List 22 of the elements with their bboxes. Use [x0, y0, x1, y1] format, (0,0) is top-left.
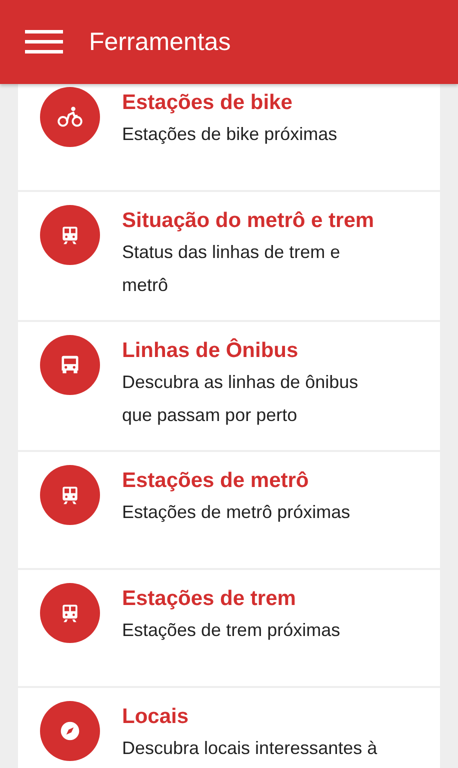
app-title: Ferramentas [89, 28, 231, 56]
tool-title: Locais [122, 704, 190, 730]
compass-icon [59, 720, 81, 742]
tool-title: Estações de trem [122, 586, 297, 612]
tool-description: Estações de metrô próximas [122, 501, 352, 524]
tool-card[interactable]: Linhas de Ônibus Descubra as linhas de ônibus que passam por perto [18, 322, 440, 450]
tool-card[interactable]: Estações de metrô Estações de metrô próximas [18, 452, 440, 568]
bus-icon [59, 354, 81, 376]
tool-title: Estações de bike [122, 90, 294, 116]
tool-description: Estações de trem próximas [122, 619, 342, 642]
tool-card[interactable]: Estações de bike Estações de bike próximas [18, 84, 440, 190]
tool-card[interactable]: Situação do metrô e trem Status das linhas de trem e metrô [18, 192, 440, 320]
tool-title: Situação do metrô e trem [122, 208, 376, 234]
tool-description: Descubra as linhas de ônibus que passam por perto [122, 371, 360, 427]
tool-title: Estações de metrô [122, 468, 310, 494]
tool-title: Linhas de Ônibus [122, 337, 300, 364]
tool-description: Descubra locais interessantes à [122, 737, 378, 760]
tool-description: Estações de bike próximas [122, 123, 338, 146]
tool-card[interactable]: Estações de trem Estações de trem próximas [18, 570, 440, 686]
menu-icon[interactable] [25, 30, 63, 54]
tool-description: Status das linhas de trem e metrô [122, 241, 342, 297]
tool-card[interactable]: Locais Descubra locais interessantes à [18, 688, 440, 768]
